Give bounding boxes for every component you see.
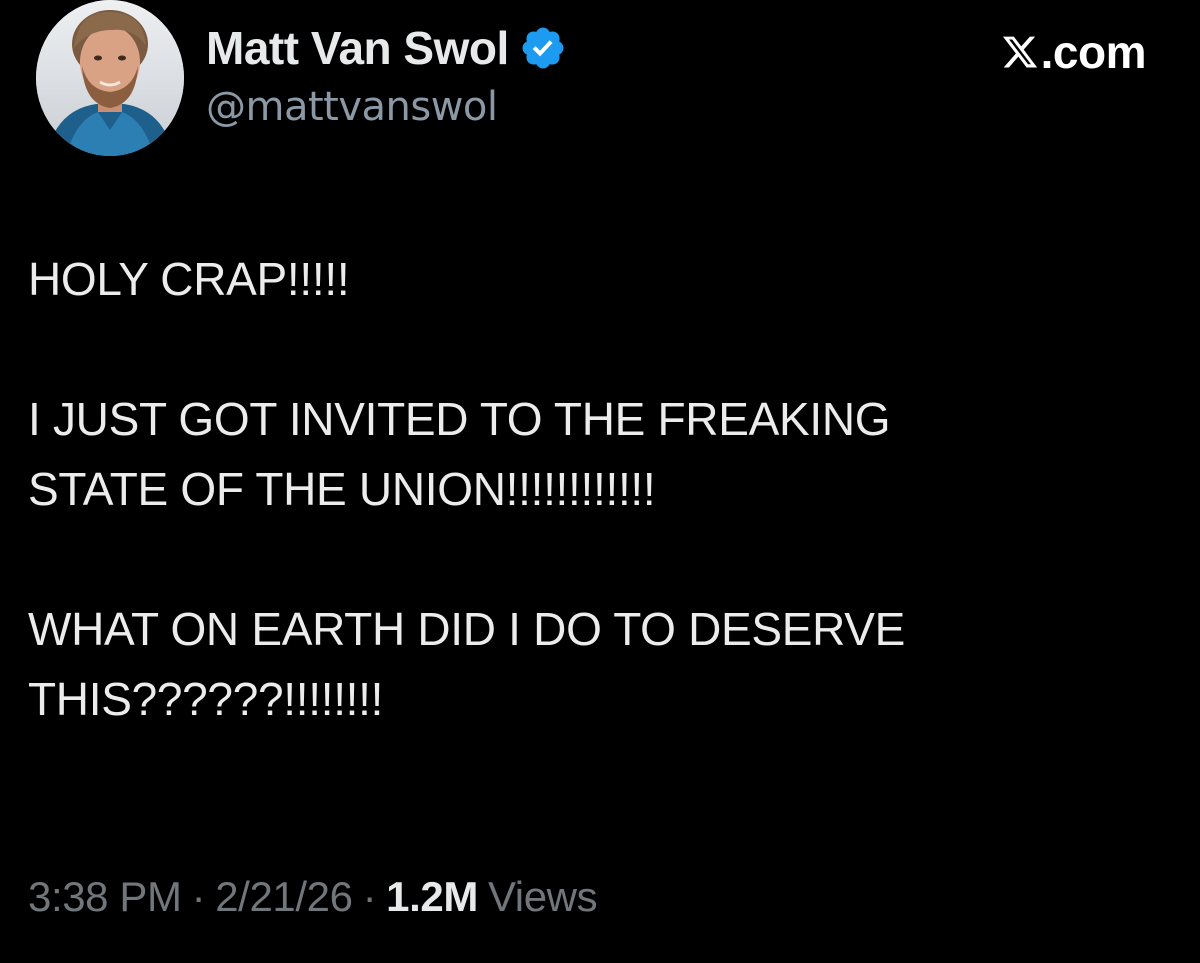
site-logo: .com	[1001, 22, 1147, 82]
x-logo-icon	[1002, 36, 1037, 68]
author-display-name[interactable]: Matt Van Swol	[206, 21, 509, 75]
author-handle[interactable]: @mattvanswol	[206, 84, 498, 130]
profile-photo-icon	[36, 0, 184, 156]
post-card: Matt Van Swol @mattvanswol .com HOLY CRA…	[0, 0, 1200, 963]
meta-separator: ·	[362, 873, 377, 920]
post-body: HOLY CRAP!!!!! I JUST GOT INVITED TO THE…	[28, 244, 1158, 734]
post-paragraph: I JUST GOT INVITED TO THE FREAKING	[28, 393, 891, 445]
site-domain-label: .com	[1040, 26, 1147, 78]
post-paragraph: WHAT ON EARTH DID I DO TO DESERVE	[28, 603, 906, 655]
verified-badge-icon[interactable]	[519, 24, 567, 72]
post-paragraph: HOLY CRAP!!!!!	[28, 253, 350, 305]
post-time[interactable]: 3:38 PM	[28, 873, 182, 921]
avatar[interactable]	[36, 0, 184, 156]
post-paragraph: STATE OF THE UNION!!!!!!!!!!!!	[28, 463, 656, 515]
author-name-row: Matt Van Swol	[206, 18, 567, 78]
views-count[interactable]: 1.2M	[386, 873, 478, 921]
post-paragraph: THIS??????!!!!!!!!	[28, 673, 384, 725]
views-label: Views	[487, 873, 598, 920]
post-date[interactable]: 2/21/26	[215, 873, 353, 921]
post-meta: 3:38 PM · 2/21/26 · 1.2M Views	[28, 866, 598, 928]
meta-separator: ·	[191, 873, 206, 920]
